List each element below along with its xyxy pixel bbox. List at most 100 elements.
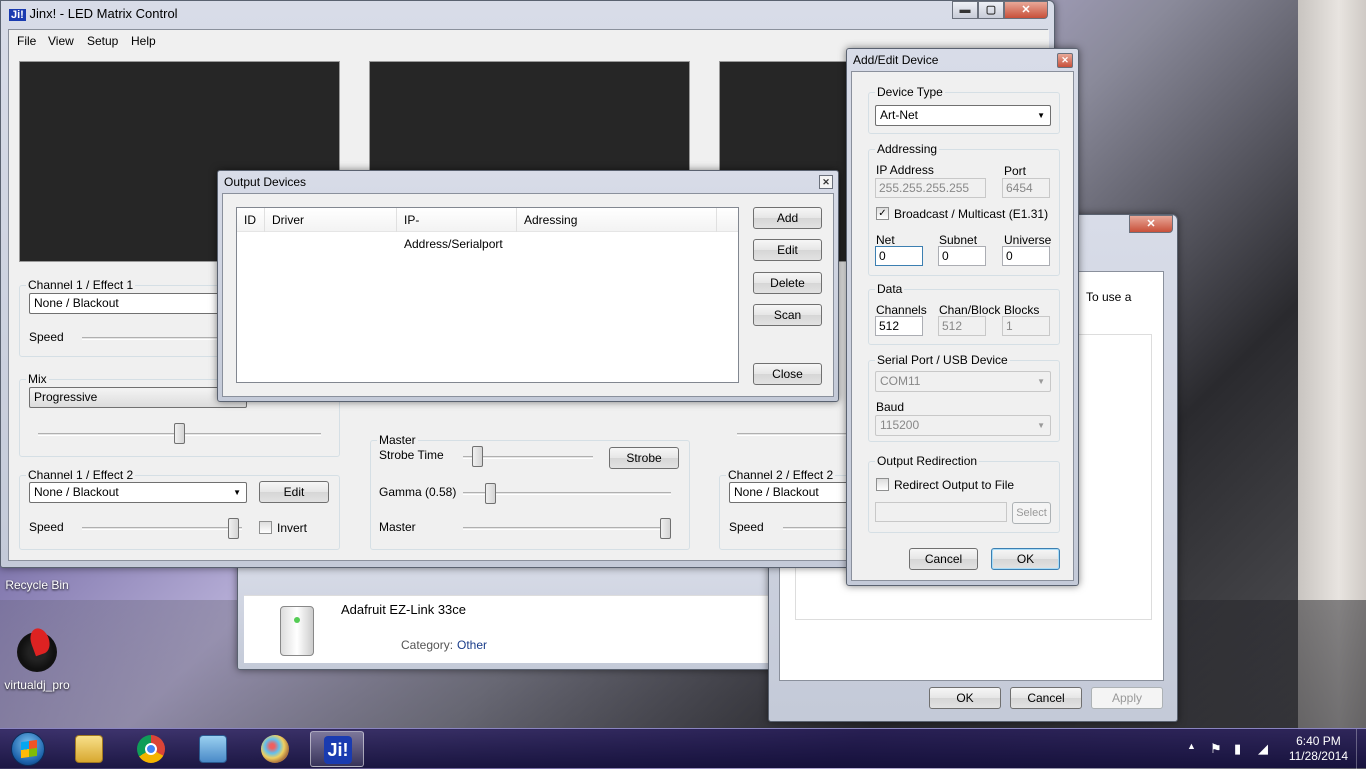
minimize-icon[interactable]: ▬ (952, 1, 978, 19)
device-type-select[interactable]: Art-Net ▼ (875, 105, 1051, 126)
channels-field[interactable]: 512 (875, 316, 923, 336)
menu-file[interactable]: File (17, 34, 36, 48)
close-icon[interactable]: ✕ (1004, 1, 1048, 19)
strobe-time-thumb[interactable] (472, 446, 483, 467)
chevron-down-icon: ▼ (1037, 421, 1045, 430)
broadcast-checkbox[interactable]: ✓ (876, 207, 889, 220)
mix-slider-thumb[interactable] (174, 423, 185, 444)
desktop-icon-label: virtualdj_pro (4, 678, 70, 692)
clock-time: 6:40 PM (1296, 734, 1341, 748)
group-title: Channel 1 / Effect 1 (26, 278, 136, 292)
edit-device-button[interactable]: Edit (753, 239, 822, 261)
desktop-icon-virtualdj[interactable]: virtualdj_pro (2, 632, 72, 692)
device-icon[interactable]: ▮ (1234, 741, 1241, 757)
clock[interactable]: 6:40 PM 11/28/2014 (1289, 734, 1348, 764)
ok-button[interactable]: OK (991, 548, 1060, 570)
ok-button[interactable]: OK (929, 687, 1001, 709)
column-ip[interactable]: IP-Address/Serialport (397, 208, 517, 251)
paint-palette-icon (261, 735, 289, 763)
mix-mode-select[interactable]: Progressive (29, 387, 247, 408)
serial-port-select[interactable]: COM11 ▼ (875, 371, 1051, 392)
column-id[interactable]: ID (237, 208, 265, 232)
chevron-down-icon: ▼ (233, 488, 241, 497)
menu-setup[interactable]: Setup (87, 34, 118, 48)
invert-checkbox[interactable] (259, 521, 272, 534)
chanblock-label: Chan/Block (939, 303, 1001, 317)
category-label: Category: (401, 638, 454, 652)
start-button[interactable] (2, 729, 56, 769)
column-addressing[interactable]: Adressing (517, 208, 717, 232)
desktop-icon-label: Recycle Bin (5, 578, 69, 592)
group-title: Channel 1 / Effect 2 (26, 468, 136, 482)
ip-address-field[interactable]: 255.255.255.255 (875, 178, 986, 198)
redirect-checkbox[interactable] (876, 478, 889, 491)
gamma-thumb[interactable] (485, 483, 496, 504)
strobe-button[interactable]: Strobe (609, 447, 679, 469)
device-window: Adafruit EZ-Link 33ce Category: Other (237, 560, 797, 670)
master-slider[interactable] (463, 527, 671, 530)
network-icon[interactable]: ◢ (1258, 741, 1268, 757)
close-button[interactable]: Close (753, 363, 822, 385)
ch1e2-speed-slider[interactable] (82, 527, 242, 530)
apply-button[interactable]: Apply (1091, 687, 1163, 709)
scan-button[interactable]: Scan (753, 304, 822, 326)
taskbar-control-panel[interactable] (186, 731, 240, 767)
subnet-field[interactable]: 0 (938, 246, 986, 266)
cancel-button[interactable]: Cancel (909, 548, 978, 570)
ch1e2-effect-select[interactable]: None / Blackout ▼ (29, 482, 247, 503)
ip-address-label: IP Address (876, 163, 934, 177)
column-driver[interactable]: Driver (265, 208, 397, 232)
maximize-icon[interactable]: ▢ (978, 1, 1004, 19)
close-icon[interactable]: ✕ (1129, 215, 1173, 233)
device-panel: Adafruit EZ-Link 33ce Category: Other (244, 595, 790, 663)
ch1e2-speed-label: Speed (29, 520, 64, 534)
select-file-button[interactable]: Select (1012, 502, 1051, 524)
device-icon (280, 606, 314, 656)
menu-view[interactable]: View (48, 34, 74, 48)
ch1e2-edit-button[interactable]: Edit (259, 481, 329, 503)
desktop-icon-recycle-bin[interactable]: Recycle Bin (2, 578, 72, 592)
port-label: Port (1004, 164, 1027, 178)
master-label: Master (379, 520, 416, 534)
windows-logo-icon (11, 732, 45, 766)
blocks-field[interactable]: 1 (1002, 316, 1050, 336)
close-icon[interactable]: ✕ (819, 175, 833, 189)
add-edit-body: Device Type Art-Net ▼ Addressing IP Addre… (851, 71, 1074, 581)
baud-select[interactable]: 115200 ▼ (875, 415, 1051, 436)
properties-text: To use a (1086, 290, 1132, 304)
show-desktop-button[interactable] (1356, 729, 1366, 769)
taskbar-explorer[interactable] (62, 731, 116, 767)
master-thumb[interactable] (660, 518, 671, 539)
strobe-time-label: Strobe Time (379, 448, 444, 462)
close-icon[interactable]: ✕ (1057, 53, 1073, 68)
window-title: Jinx! - LED Matrix Control (29, 6, 178, 21)
net-label: Net (876, 233, 895, 247)
redirect-file-field[interactable] (875, 502, 1007, 522)
output-devices-titlebar: Output Devices (218, 171, 838, 193)
devices-list[interactable]: ID Driver IP-Address/Serialport Adressin… (236, 207, 739, 383)
virtualdj-icon (17, 632, 57, 672)
taskbar: Ji! ▲ ⚑ ▮ ◢ 6:40 PM 11/28/2014 (0, 728, 1366, 769)
chevron-down-icon: ▼ (1037, 111, 1045, 120)
taskbar-paint[interactable] (248, 731, 302, 767)
tray-overflow-icon[interactable]: ▲ (1187, 741, 1196, 751)
universe-field[interactable]: 0 (1002, 246, 1050, 266)
broadcast-label: Broadcast / Multicast (E1.31) (894, 207, 1049, 221)
taskbar-chrome[interactable] (124, 731, 178, 767)
menu-help[interactable]: Help (131, 34, 156, 48)
delete-device-button[interactable]: Delete (753, 272, 822, 294)
blocks-label: Blocks (1004, 303, 1040, 317)
chanblock-field[interactable]: 512 (938, 316, 986, 336)
output-devices-body: ID Driver IP-Address/Serialport Adressin… (222, 193, 834, 397)
action-center-flag-icon[interactable]: ⚑ (1210, 741, 1222, 757)
cancel-button[interactable]: Cancel (1010, 687, 1082, 709)
jinx-icon: Ji! (324, 736, 352, 764)
dialog-title: Output Devices (224, 175, 307, 189)
add-device-button[interactable]: Add (753, 207, 822, 229)
dialog-title: Add/Edit Device (853, 53, 939, 67)
chrome-icon (137, 735, 165, 763)
taskbar-jinx[interactable]: Ji! (310, 731, 364, 767)
net-field[interactable]: 0 (875, 246, 923, 266)
ch1e2-speed-thumb[interactable] (228, 518, 239, 539)
port-field[interactable]: 6454 (1002, 178, 1050, 198)
